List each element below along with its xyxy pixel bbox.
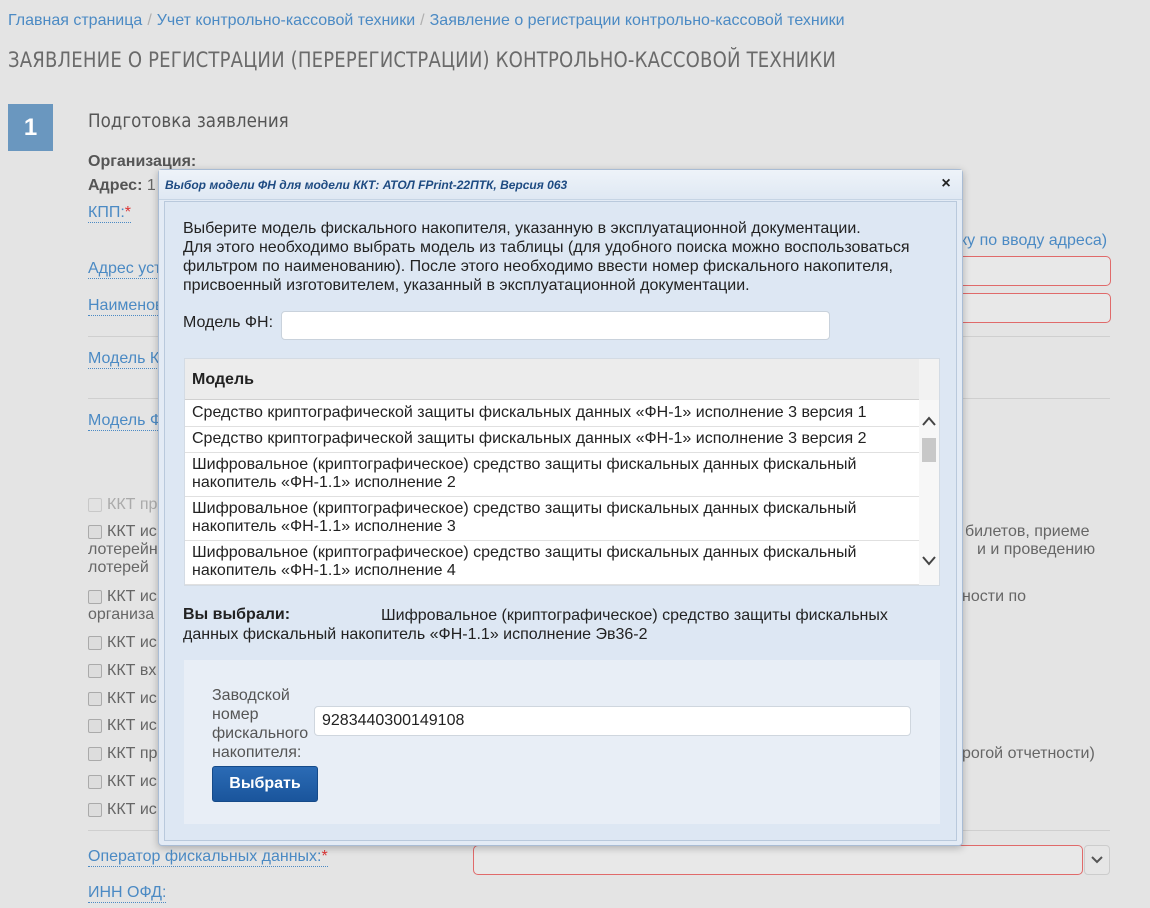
checkbox-label-right: и и проведению [977,541,1096,558]
step-title: Подготовка заявления [88,110,289,132]
checkbox-label-right: рогой отчетности) [962,745,1095,762]
breadcrumb-separator: / [420,12,425,29]
checkbox[interactable] [88,590,102,604]
checkbox[interactable] [88,636,102,650]
serial-number-label: Заводской номер фискального накопителя: [212,687,309,761]
breadcrumb-kkt-link[interactable]: Учет контрольно-кассовой техники [157,12,415,29]
ofd-operator-label[interactable]: Оператор фискальных данных:* [88,848,328,867]
checkbox[interactable] [88,664,102,678]
table-row[interactable]: Средство криптографической защиты фискал… [185,427,919,453]
chevron-down-icon[interactable] [921,554,937,568]
fn-model-table: Модель Средство криптографической защиты… [184,358,940,586]
checkbox[interactable] [88,803,102,817]
checkbox-label: ККТ пр [107,496,158,513]
checkbox-row[interactable]: ККТ ис [88,588,157,606]
chevron-down-icon[interactable] [1084,845,1110,875]
dialog-body: Выберите модель фискального накопителя, … [164,201,957,841]
ofd-operator-select[interactable] [473,845,1083,875]
instructions-line: Выберите модель фискального накопителя, … [183,220,861,237]
address-help-link[interactable]: ку по вводу адреса) [960,232,1107,250]
checkbox-label: ККТ пр [107,745,158,762]
page: Главная страница / Учет контрольно-кассово… [0,0,1150,908]
select-button[interactable]: Выбрать [212,766,318,802]
address-value-partial: 1 [146,177,156,194]
address-label: Адрес: 1 [88,177,156,195]
breadcrumb-current-link[interactable]: Заявление о регистрации контрольно-кассо… [430,12,845,29]
checkbox-row[interactable]: ККТ вх [88,662,156,680]
fn-model-link[interactable]: Модель Ф [88,412,163,431]
checkbox[interactable] [88,775,102,789]
step-number-badge: 1 [8,104,53,151]
checkbox-row[interactable]: ККТ ис [88,801,157,819]
checkbox-label: ККТ ис [107,523,157,540]
dialog-title: Выбор модели ФН для модели ККТ: АТОЛ FPr… [165,178,568,192]
checkbox[interactable] [88,747,102,761]
serial-number-input[interactable] [314,706,911,736]
table-row[interactable]: Шифровальное (криптографическое) средств… [185,497,919,541]
checkbox-label-continuation: лотерейн [88,541,158,558]
required-mark: * [124,204,131,221]
table-row[interactable]: Шифровальное (криптографическое) средств… [185,453,919,497]
kpp-label-text: КПП: [88,204,125,221]
checkbox-label: ККТ ис [107,801,157,818]
checkbox[interactable] [88,525,102,539]
kkt-model-link[interactable]: Модель К [88,350,160,369]
checkbox[interactable] [88,498,102,512]
scrollbar-thumb[interactable] [922,438,936,462]
checkbox-row[interactable]: ККТ пр [88,745,157,763]
ofd-operator-label-text: Оператор фискальных данных: [88,848,322,865]
table-header-filler [919,359,939,400]
chosen-model-value: Шифровальное (криптографическое) средств… [183,607,888,643]
checkbox-label-continuation: лотерей [88,559,149,576]
checkbox-row[interactable]: ККТ ис [88,634,157,652]
checkbox-row[interactable]: ККТ пр [88,496,157,514]
chosen-model-label: Вы выбрали: [183,606,291,623]
checkbox-label: ККТ ис [107,773,157,790]
chevron-up-icon[interactable] [921,414,937,428]
checkbox[interactable] [88,692,102,706]
fn-model-filter-label: Модель ФН: [183,314,274,331]
install-place-name-link[interactable]: Наименов [88,297,164,316]
breadcrumb-home-link[interactable]: Главная страница [8,12,142,29]
checkbox-row[interactable]: ККТ ис [88,773,157,791]
close-icon[interactable]: × [938,175,954,193]
table-body: Средство криптографической защиты фискал… [185,401,919,585]
kpp-label[interactable]: КПП:* [88,204,131,223]
dialog-instructions: Выберите модель фискального накопителя, … [183,219,943,295]
checkbox-label-right: билетов, приеме [965,523,1090,540]
checkbox-row[interactable]: ККТ ис [88,717,157,735]
install-place-name-input[interactable] [955,293,1111,323]
checkbox-label-continuation: организа [88,606,155,623]
dialog-header[interactable]: Выбор модели ФН для модели ККТ: АТОЛ FPr… [159,170,962,200]
fn-model-dialog: Выбор модели ФН для модели ККТ: АТОЛ FPr… [158,169,963,846]
checkbox-label: ККТ ис [107,690,157,707]
serial-number-panel: Заводской номер фискального накопителя: … [184,660,940,824]
checkbox-label: ККТ вх [107,662,157,679]
install-address-input[interactable] [955,256,1111,286]
page-title: ЗАЯВЛЕНИЕ О РЕГИСТРАЦИИ (ПЕРЕРЕГИСТРАЦИИ… [8,48,837,72]
inn-ofd-label[interactable]: ИНН ОФД: [88,884,167,903]
checkbox-label-right: ности по [962,588,1027,605]
fn-model-filter-input[interactable] [281,311,830,340]
table-header-model: Модель [185,359,919,400]
checkbox-label: ККТ ис [107,717,157,734]
table-row[interactable]: Средство криптографической защиты фискал… [185,401,919,427]
checkbox[interactable] [88,719,102,733]
breadcrumb: Главная страница / Учет контрольно-кассово… [8,12,845,30]
install-address-link[interactable]: Адрес уст [88,260,162,279]
checkbox-label: ККТ ис [107,588,157,605]
checkbox-label: ККТ ис [107,634,157,651]
instructions-line: Для этого необходимо выбрать модель из т… [183,239,910,294]
required-mark: * [321,848,328,865]
table-scrollbar[interactable] [919,400,939,585]
table-row[interactable]: Шифровальное (криптографическое) средств… [185,541,919,585]
checkbox-row[interactable]: ККТ ис [88,690,157,708]
breadcrumb-separator: / [147,12,152,29]
checkbox-row[interactable]: ККТ ис [88,523,157,541]
address-label-text: Адрес: [88,177,143,194]
